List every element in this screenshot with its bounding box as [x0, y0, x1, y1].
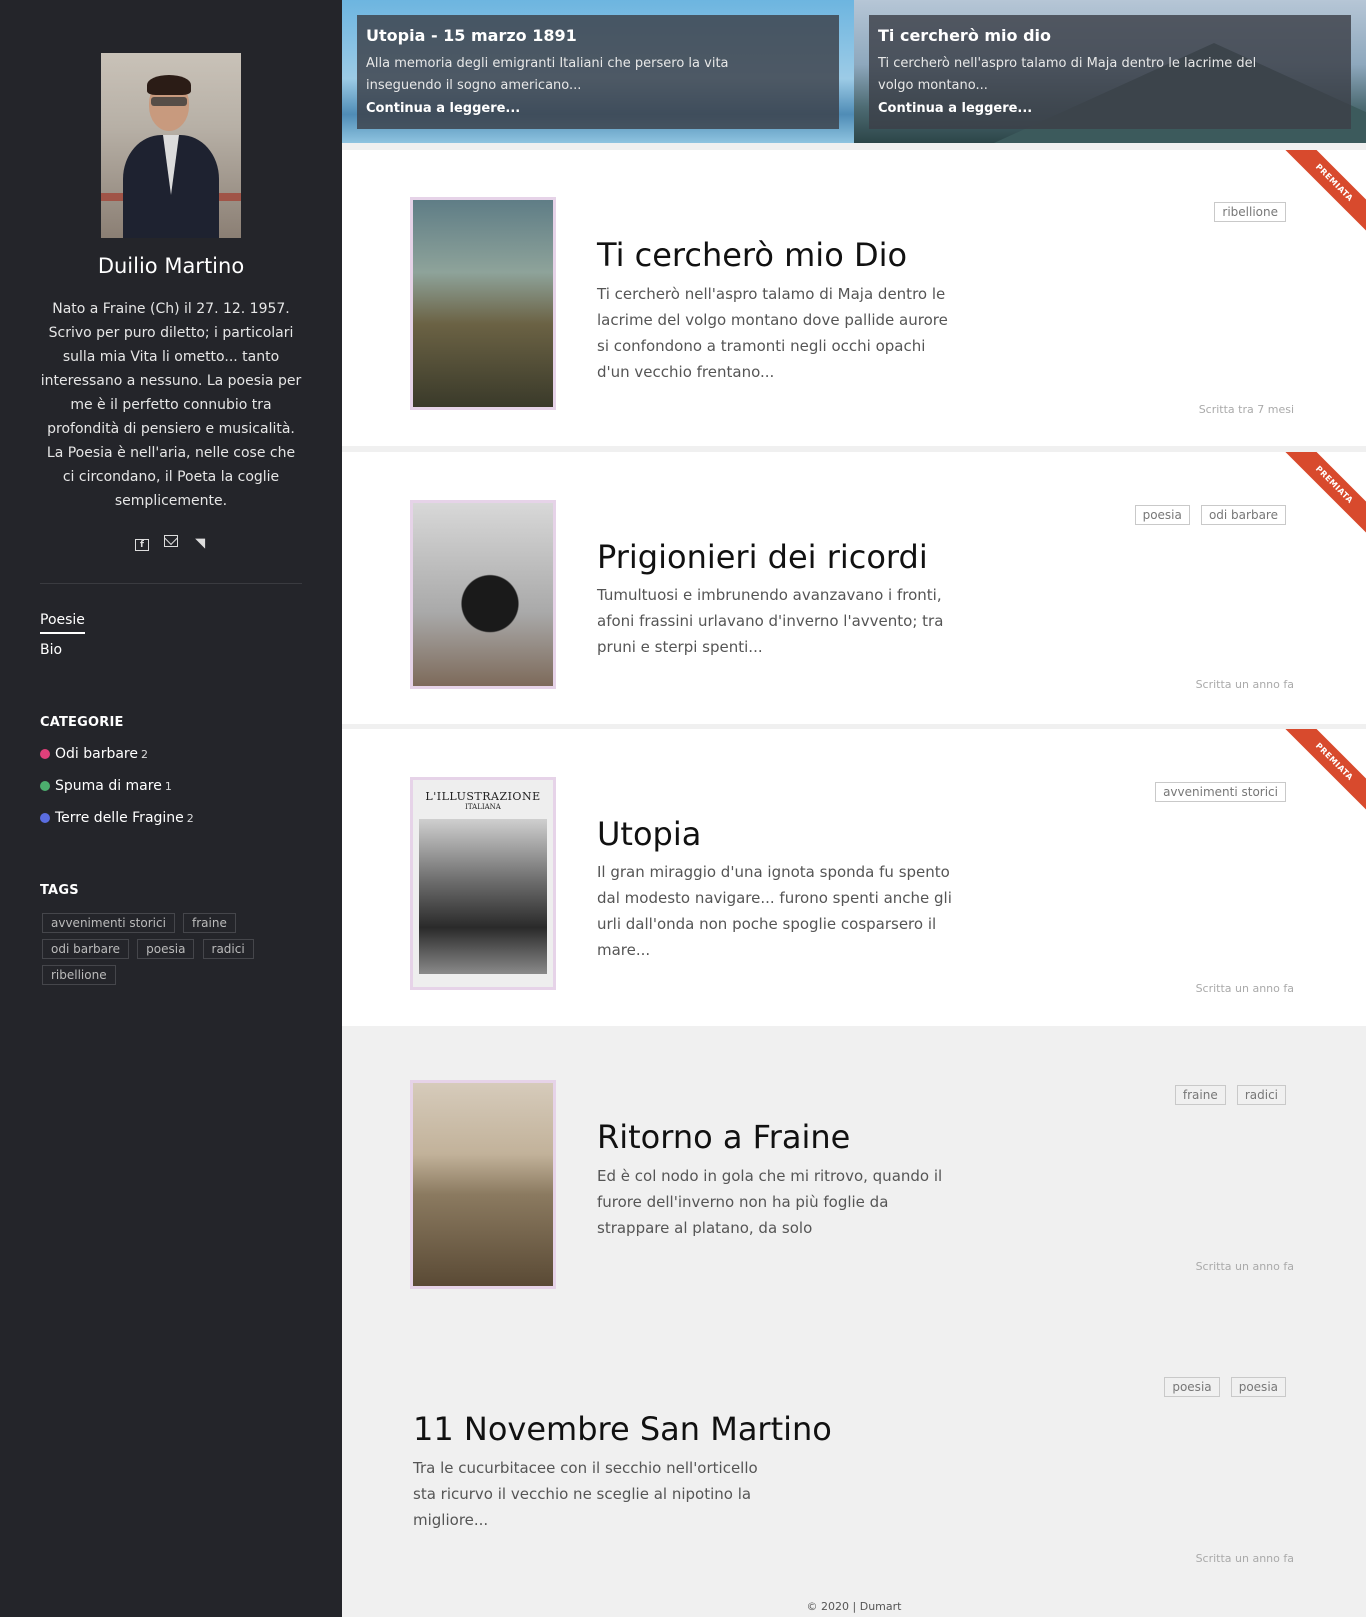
post-thumbnail[interactable]: L'ILLUSTRAZIONE ITALIANA [410, 777, 556, 990]
sidebar: Duilio Martino Nato a Fraine (Ch) il 27.… [0, 0, 342, 1617]
category-dot [40, 781, 50, 791]
post-card[interactable]: PREMIATA poesia odi barbare Prigionieri … [342, 452, 1366, 724]
post-date: Scritta tra 7 mesi [1198, 403, 1294, 416]
featured-overlay: Utopia - 15 marzo 1891 Alla memoria degl… [357, 15, 839, 129]
post-title[interactable]: 11 Novembre San Martino [413, 1410, 832, 1448]
tag-odi-barbare[interactable]: odi barbare [42, 939, 130, 959]
featured-text: Ti cercherò nell'aspro talamo di Maja de… [878, 56, 1257, 93]
nav-item-poesie[interactable]: Poesie [40, 612, 85, 634]
post-tag[interactable]: ribellione [1214, 202, 1286, 222]
post-title[interactable]: Ritorno a Fraine [597, 1118, 850, 1156]
read-more-link[interactable]: Continua a leggere... [878, 101, 1032, 116]
author-bio: Nato a Fraine (Ch) il 27. 12. 1957. Scri… [40, 301, 302, 509]
facebook-icon[interactable]: f [134, 539, 149, 551]
featured-overlay: Ti cercherò mio dio Ti cercherò nell'asp… [869, 15, 1351, 129]
read-more-link[interactable]: Continua a leggere... [366, 101, 520, 116]
post-card[interactable]: PREMIATA L'ILLUSTRAZIONE ITALIANA avveni… [342, 729, 1366, 1026]
post-tags: ribellione [1208, 201, 1286, 222]
category-dot [40, 813, 50, 823]
post-excerpt: Tra le cucurbitacee con il secchio nell'… [413, 1459, 758, 1529]
post-excerpt: Tumultuosi e imbrunendo avanzavano i fro… [597, 586, 944, 656]
post-tag[interactable]: avvenimenti storici [1155, 782, 1286, 802]
rss-icon[interactable]: ◥ [193, 537, 207, 550]
category-count: 2 [141, 748, 148, 761]
category-item-terre-delle-fragine[interactable]: Terre delle Fragine 2 [40, 809, 194, 828]
thumbnail-subhead: ITALIANA [465, 803, 501, 811]
category-count: 1 [164, 780, 172, 793]
awarded-ribbon: PREMIATA [1276, 729, 1366, 820]
featured-title: Ti cercherò mio dio [878, 26, 1052, 45]
featured-card-ti-cerchero[interactable]: Ti cercherò mio dio Ti cercherò nell'asp… [854, 0, 1366, 143]
post-excerpt: Ti cercherò nell'aspro talamo di Maja de… [597, 285, 948, 381]
post-thumbnail[interactable] [410, 197, 556, 410]
post-tag[interactable]: poesia [1164, 1377, 1220, 1397]
tag-radici[interactable]: radici [202, 939, 254, 959]
post-date: Scritta un anno fa [1195, 1260, 1294, 1273]
awarded-ribbon: PREMIATA [1276, 452, 1366, 543]
tag-fraine[interactable]: fraine [183, 913, 236, 933]
post-tags: poesia odi barbare [1129, 504, 1286, 525]
awarded-ribbon: PREMIATA [1276, 150, 1366, 241]
post-tag[interactable]: poesia [1230, 1377, 1286, 1397]
category-item-odi-barbare[interactable]: Odi barbare 2 [40, 745, 194, 764]
main-content: Utopia - 15 marzo 1891 Alla memoria degl… [342, 0, 1366, 1617]
post-tag[interactable]: fraine [1174, 1085, 1226, 1105]
post-date: Scritta un anno fa [1195, 1552, 1294, 1565]
category-dot [40, 749, 50, 759]
author-name: Duilio Martino [97, 254, 245, 278]
post-card[interactable]: poesia poesia 11 Novembre San Martino Tr… [342, 1326, 1366, 1576]
post-excerpt: Il gran miraggio d'una ignota sponda fu … [597, 863, 952, 959]
category-label: Spuma di mare [55, 778, 162, 794]
post-title[interactable]: Prigionieri dei ricordi [597, 538, 928, 576]
sidebar-divider [40, 583, 302, 584]
tag-poesia[interactable]: poesia [137, 939, 195, 959]
post-tags: fraine radici [1169, 1084, 1286, 1105]
categories-heading: CATEGORIE [40, 715, 124, 730]
thumbnail-engraving [419, 819, 547, 974]
category-label: Terre delle Fragine [55, 810, 184, 826]
tags-heading: TAGS [40, 883, 79, 898]
category-label: Odi barbare [55, 746, 138, 762]
category-count: 2 [186, 812, 194, 825]
post-date: Scritta un anno fa [1195, 982, 1294, 995]
post-tag[interactable]: odi barbare [1200, 505, 1286, 525]
category-list: Odi barbare 2 Spuma di mare 1 Terre delle … [40, 745, 194, 841]
category-item-spuma-di-mare[interactable]: Spuma di mare 1 [40, 777, 194, 796]
post-card[interactable]: PREMIATA ribellione Ti cercherò mio Dio … [342, 150, 1366, 446]
nav-item-bio[interactable]: Bio [40, 642, 85, 658]
social-links: f ◥ [0, 532, 342, 551]
author-avatar [101, 53, 241, 238]
main-nav: Poesie Bio [40, 609, 85, 670]
mail-icon[interactable] [164, 535, 178, 547]
post-excerpt: Ed è col nodo in gola che mi ritrovo, qu… [597, 1167, 943, 1237]
tag-avvenimenti-storici[interactable]: avvenimenti storici [42, 913, 175, 933]
post-thumbnail[interactable] [410, 500, 556, 689]
post-title[interactable]: Ti cercherò mio Dio [597, 236, 907, 274]
post-thumbnail[interactable] [410, 1080, 556, 1289]
post-title[interactable]: Utopia [597, 815, 701, 853]
featured-text: Alla memoria degli emigranti Italiani ch… [366, 56, 729, 93]
featured-card-utopia[interactable]: Utopia - 15 marzo 1891 Alla memoria degl… [342, 0, 854, 143]
post-tags: avvenimenti storici [1149, 781, 1286, 802]
thumbnail-masthead: L'ILLUSTRAZIONE [425, 790, 541, 803]
footer: © 2020 | Dumart [806, 1600, 902, 1613]
post-tag[interactable]: poesia [1134, 505, 1190, 525]
post-date: Scritta un anno fa [1195, 678, 1294, 691]
featured-title: Utopia - 15 marzo 1891 [366, 26, 577, 45]
post-card[interactable]: fraine radici Ritorno a Fraine Ed è col … [342, 1026, 1366, 1296]
tag-cloud: avvenimenti storici fraine odi barbare p… [42, 912, 302, 990]
post-tag[interactable]: radici [1236, 1085, 1286, 1105]
post-tags: poesia poesia [1158, 1376, 1286, 1397]
tag-ribellione[interactable]: ribellione [42, 965, 116, 985]
